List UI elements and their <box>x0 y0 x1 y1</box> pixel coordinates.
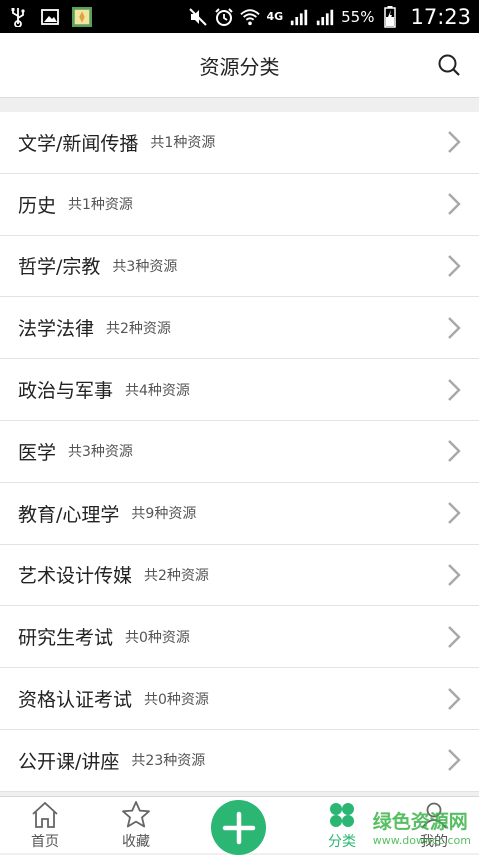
battery-percent: 55% <box>341 8 374 26</box>
battery-icon <box>380 7 400 27</box>
signal-strength-icon-1 <box>289 7 309 27</box>
alarm-icon <box>214 7 234 27</box>
list-item[interactable]: 医学 共3种资源 <box>0 421 479 483</box>
wifi-icon <box>240 7 260 27</box>
chevron-right-icon <box>447 130 461 154</box>
list-item[interactable]: 资格认证考试 共0种资源 <box>0 668 479 730</box>
plus-icon <box>222 811 256 845</box>
list-item[interactable]: 历史 共1种资源 <box>0 174 479 236</box>
category-list: 文学/新闻传播 共1种资源 历史 共1种资源 哲学/宗教 共3种资源 法学法律 … <box>0 112 479 792</box>
list-item[interactable]: 政治与军事 共4种资源 <box>0 359 479 421</box>
tab-favorites[interactable]: 收藏 <box>91 797 181 854</box>
signal-strength-icon-2 <box>315 7 335 27</box>
category-name: 资格认证考试 <box>18 685 132 712</box>
list-item[interactable]: 教育/心理学 共9种资源 <box>0 483 479 545</box>
category-name: 政治与军事 <box>18 376 113 403</box>
category-icon <box>327 800 357 830</box>
category-name: 哲学/宗教 <box>18 252 100 279</box>
home-icon <box>30 800 60 830</box>
status-bar: 4G 55% 17:23 <box>0 0 479 33</box>
category-name: 艺术设计传媒 <box>18 561 132 588</box>
chevron-right-icon <box>447 439 461 463</box>
tab-favorites-label: 收藏 <box>122 831 150 851</box>
category-name: 教育/心理学 <box>18 500 119 527</box>
chevron-right-icon <box>447 254 461 278</box>
category-name: 法学法律 <box>18 314 94 341</box>
category-count: 共4种资源 <box>125 380 190 400</box>
category-count: 共23种资源 <box>131 750 205 770</box>
chevron-right-icon <box>447 378 461 402</box>
category-name: 公开课/讲座 <box>18 747 119 774</box>
search-button[interactable] <box>437 53 461 77</box>
tab-category[interactable]: 分类 <box>297 797 387 854</box>
star-icon <box>121 800 151 830</box>
add-button[interactable] <box>211 800 266 855</box>
tab-category-label: 分类 <box>328 831 356 851</box>
category-count: 共1种资源 <box>150 132 215 152</box>
category-count: 共1种资源 <box>68 194 133 214</box>
tab-home[interactable]: 首页 <box>0 797 90 854</box>
clock: 17:23 <box>410 5 471 29</box>
user-icon <box>419 800 449 830</box>
tab-home-label: 首页 <box>31 831 59 851</box>
chevron-right-icon <box>447 625 461 649</box>
list-item[interactable]: 哲学/宗教 共3种资源 <box>0 236 479 298</box>
chevron-right-icon <box>447 687 461 711</box>
list-item[interactable]: 研究生考试 共0种资源 <box>0 606 479 668</box>
network-type-label: 4G <box>266 10 283 23</box>
tab-mine[interactable]: 我的 <box>389 797 479 854</box>
category-count: 共2种资源 <box>106 318 171 338</box>
category-name: 文学/新闻传播 <box>18 129 138 156</box>
category-count: 共3种资源 <box>68 441 133 461</box>
chevron-right-icon <box>447 316 461 340</box>
category-name: 历史 <box>18 191 56 218</box>
search-icon <box>437 53 461 77</box>
list-item[interactable]: 艺术设计传媒 共2种资源 <box>0 545 479 607</box>
chevron-right-icon <box>447 192 461 216</box>
mute-icon <box>188 7 208 27</box>
list-item[interactable]: 公开课/讲座 共23种资源 <box>0 730 479 792</box>
list-item[interactable]: 文学/新闻传播 共1种资源 <box>0 112 479 174</box>
category-count: 共9种资源 <box>131 503 196 523</box>
header-divider <box>0 97 479 112</box>
page-title: 资源分类 <box>200 51 280 80</box>
category-name: 医学 <box>18 438 56 465</box>
chevron-right-icon <box>447 501 461 525</box>
tab-mine-label: 我的 <box>420 831 448 851</box>
chevron-right-icon <box>447 748 461 772</box>
gallery-icon <box>40 7 60 27</box>
app-notification-icon <box>72 7 92 27</box>
category-name: 研究生考试 <box>18 623 113 650</box>
category-count: 共2种资源 <box>144 565 209 585</box>
category-count: 共0种资源 <box>125 627 190 647</box>
usb-icon <box>8 7 28 27</box>
list-item[interactable]: 法学法律 共2种资源 <box>0 297 479 359</box>
chevron-right-icon <box>447 563 461 587</box>
category-count: 共0种资源 <box>144 689 209 709</box>
app-header: 资源分类 <box>0 33 479 97</box>
category-count: 共3种资源 <box>112 256 177 276</box>
